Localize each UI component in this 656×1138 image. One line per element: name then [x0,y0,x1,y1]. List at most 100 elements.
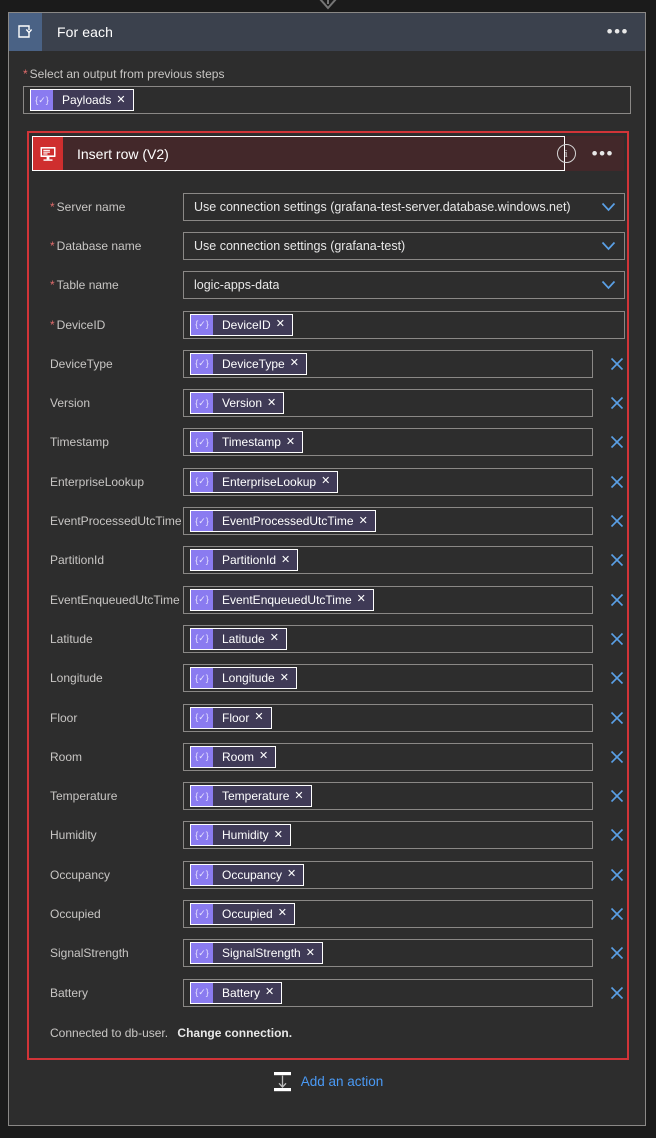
token-chip-latitude[interactable]: {✓} Latitude ✕ [190,627,287,650]
dropdown-label-text: Database name [56,238,142,253]
add-an-action-button[interactable]: Add an action [9,1071,647,1092]
token-label: DeviceType [222,356,285,371]
token-remove-icon[interactable]: ✕ [276,319,292,330]
insert-row-header-selected[interactable]: Insert row (V2) [32,136,565,171]
remove-field-button[interactable] [609,789,625,803]
for-each-menu-button[interactable]: ••• [601,13,635,51]
field-input-battery[interactable]: {✓} Battery ✕ [183,978,593,1007]
chevron-down-icon[interactable] [601,280,616,290]
remove-field-button[interactable] [609,435,625,449]
token-chip-version[interactable]: {✓} Version ✕ [190,392,285,415]
field-input-devicetype[interactable]: {✓} DeviceType ✕ [183,349,593,378]
field-input-occupancy[interactable]: {✓} Occupancy ✕ [183,860,593,889]
token-chip-occupied[interactable]: {✓} Occupied ✕ [190,902,295,925]
expression-token-icon: {✓} [191,746,213,767]
token-remove-icon[interactable]: ✕ [287,869,303,880]
field-row: EventProcessedUtcTime {✓} EventProcessedUt… [29,501,627,540]
token-chip-signalstrength[interactable]: {✓} SignalStrength ✕ [190,942,323,965]
token-chip-humidity[interactable]: {✓} Humidity ✕ [190,824,291,847]
token-chip-devicetype[interactable]: {✓} DeviceType ✕ [190,352,307,375]
token-chip-partitionid[interactable]: {✓} PartitionId ✕ [190,549,299,572]
token-remove-icon[interactable]: ✕ [286,436,302,448]
field-label-text: SignalStrength [50,946,129,961]
field-input-eventprocessedutctime[interactable]: {✓} EventProcessedUtcTime ✕ [183,507,593,536]
field-input-partitionid[interactable]: {✓} PartitionId ✕ [183,546,593,575]
chevron-down-icon[interactable] [601,241,616,251]
token-chip-timestamp[interactable]: {✓} Timestamp ✕ [190,431,304,454]
remove-field-button[interactable] [609,593,625,607]
insert-row-menu-button[interactable]: ••• [588,144,618,164]
dropdown-row: * Server name Use connection settings (gra… [29,187,627,226]
for-each-header[interactable]: For each ••• [9,13,645,51]
field-label-text: Latitude [50,631,93,646]
change-connection-link[interactable]: Change connection. [177,1026,292,1040]
dropdown-value: Use connection settings (grafana-test-se… [194,199,571,214]
field-input-deviceid[interactable]: {✓} DeviceID ✕ [183,310,625,339]
token-remove-icon[interactable]: ✕ [265,987,281,998]
dropdown-table-name[interactable]: logic-apps-data [183,271,625,300]
token-remove-icon[interactable]: ✕ [280,672,296,684]
token-remove-icon[interactable]: ✕ [116,94,132,106]
token-chip-room[interactable]: {✓} Room ✕ [190,745,277,768]
token-remove-icon[interactable]: ✕ [254,712,270,723]
remove-field-button[interactable] [609,750,625,764]
remove-field-button[interactable] [609,986,625,1000]
chevron-down-icon[interactable] [601,202,616,212]
token-chip-eventenqueuedutctime[interactable]: {✓} EventEnqueuedUtcTime ✕ [190,588,374,611]
select-output-input[interactable]: {✓} Payloads ✕ [23,86,631,114]
field-input-version[interactable]: {✓} Version ✕ [183,389,593,418]
remove-field-button[interactable] [609,828,625,842]
dropdown-server-name[interactable]: Use connection settings (grafana-test-se… [183,192,625,221]
field-input-floor[interactable]: {✓} Floor ✕ [183,703,593,732]
token-remove-icon[interactable]: ✕ [290,358,306,369]
insert-row-form: * Server name Use connection settings (gra… [29,171,627,1058]
token-chip-longitude[interactable]: {✓} Longitude ✕ [190,667,297,690]
field-input-humidity[interactable]: {✓} Humidity ✕ [183,821,593,850]
expression-token-icon: {✓} [31,90,53,110]
remove-field-button[interactable] [609,632,625,646]
remove-field-button[interactable] [609,475,625,489]
token-chip-occupancy[interactable]: {✓} Occupancy ✕ [190,863,305,886]
token-chip-floor[interactable]: {✓} Floor ✕ [190,706,272,729]
token-chip-eventprocessedutctime[interactable]: {✓} EventProcessedUtcTime ✕ [190,510,376,533]
remove-field-button[interactable] [609,946,625,960]
token-chip-payloads[interactable]: {✓} Payloads ✕ [30,89,134,111]
field-input-longitude[interactable]: {✓} Longitude ✕ [183,664,593,693]
remove-field-button[interactable] [609,907,625,921]
token-remove-icon[interactable]: ✕ [274,829,290,841]
remove-field-button[interactable] [609,396,625,410]
token-remove-icon[interactable]: ✕ [359,515,375,527]
dropdown-value: logic-apps-data [194,278,280,293]
token-chip-temperature[interactable]: {✓} Temperature ✕ [190,785,312,808]
token-remove-icon[interactable]: ✕ [281,554,297,566]
field-input-latitude[interactable]: {✓} Latitude ✕ [183,624,593,653]
remove-field-button[interactable] [609,357,625,371]
token-remove-icon[interactable]: ✕ [294,790,310,802]
field-input-room[interactable]: {✓} Room ✕ [183,742,593,771]
token-chip-enterpriselookup[interactable]: {✓} EnterpriseLookup ✕ [190,470,339,493]
token-chip-deviceid[interactable]: {✓} DeviceID ✕ [190,313,293,336]
field-input-temperature[interactable]: {✓} Temperature ✕ [183,782,593,811]
token-remove-icon[interactable]: ✕ [306,947,322,959]
required-marker: * [50,238,55,253]
field-input-occupied[interactable]: {✓} Occupied ✕ [183,899,593,928]
remove-field-button[interactable] [609,553,625,567]
token-remove-icon[interactable]: ✕ [278,908,294,919]
token-remove-icon[interactable]: ✕ [321,476,337,487]
field-input-signalstrength[interactable]: {✓} SignalStrength ✕ [183,939,593,968]
remove-field-button[interactable] [609,671,625,685]
remove-field-button[interactable] [609,868,625,882]
field-input-timestamp[interactable]: {✓} Timestamp ✕ [183,428,593,457]
remove-field-button[interactable] [609,514,625,528]
token-chip-battery[interactable]: {✓} Battery ✕ [190,981,283,1004]
field-input-enterpriselookup[interactable]: {✓} EnterpriseLookup ✕ [183,467,593,496]
field-input-eventenqueuedutctime[interactable]: {✓} EventEnqueuedUtcTime ✕ [183,585,593,614]
dropdown-value: Use connection settings (grafana-test) [194,238,406,253]
token-remove-icon[interactable]: ✕ [270,633,286,644]
dropdown-database-name[interactable]: Use connection settings (grafana-test) [183,231,625,260]
info-icon[interactable]: i [556,144,576,163]
token-remove-icon[interactable]: ✕ [357,594,373,605]
token-remove-icon[interactable]: ✕ [267,397,283,409]
remove-field-button[interactable] [609,711,625,725]
token-remove-icon[interactable]: ✕ [259,751,275,762]
